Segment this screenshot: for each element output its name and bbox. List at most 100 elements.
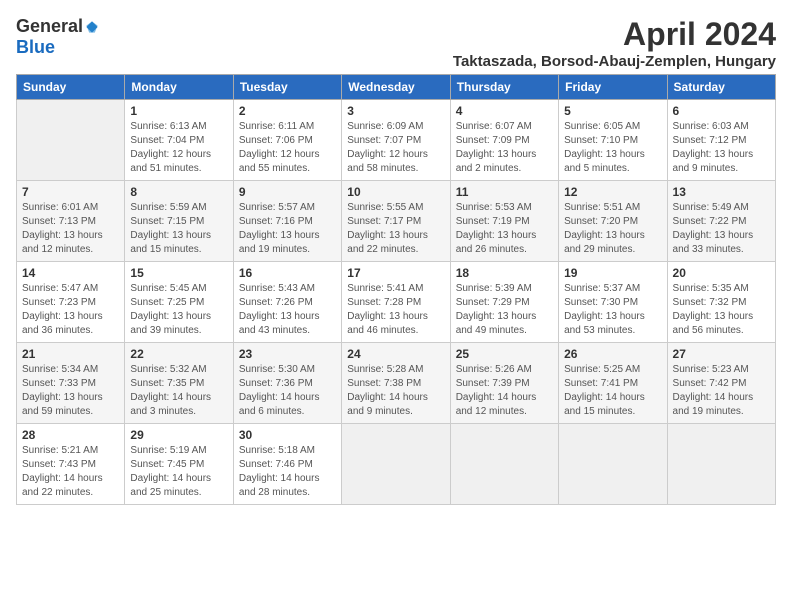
title-block: April 2024 Taktaszada, Borsod-Abauj-Zemp… xyxy=(453,16,776,70)
calendar-cell: 1 Sunrise: 6:13 AM Sunset: 7:04 PM Daylig… xyxy=(125,100,233,181)
calendar-cell: 8 Sunrise: 5:59 AM Sunset: 7:15 PM Daylig… xyxy=(125,181,233,262)
day-number: 9 xyxy=(239,185,336,199)
logo-general: General xyxy=(16,16,83,37)
day-number: 10 xyxy=(347,185,444,199)
calendar-cell: 2Sunrise: 6:11 AM Sunset: 7:06 PM Daylig… xyxy=(233,100,341,181)
day-info: Sunrise: 5:32 AM Sunset: 7:35 PM Dayligh… xyxy=(130,363,227,419)
day-info: Sunrise: 6:01 AM Sunset: 7:13 PM Dayligh… xyxy=(22,201,119,257)
day-info: Sunrise: 5:37 AM Sunset: 7:30 PM Dayligh… xyxy=(564,282,661,338)
calendar-cell: 13 Sunrise: 5:49 AM Sunset: 7:22 PM Dayli… xyxy=(667,181,775,262)
calendar-cell xyxy=(342,424,450,505)
calendar-cell xyxy=(667,424,775,505)
day-number: 11 xyxy=(456,185,553,199)
calendar-cell: 17 Sunrise: 5:41 AM Sunset: 7:28 PM Dayli… xyxy=(342,262,450,343)
day-number: 1 xyxy=(130,104,227,118)
day-info: Sunrise: 5:30 AM Sunset: 7:36 PM Dayligh… xyxy=(239,363,336,419)
calendar-cell: 9 Sunrise: 5:57 AM Sunset: 7:16 PM Daylig… xyxy=(233,181,341,262)
day-number: 28 xyxy=(22,428,119,442)
day-info: Sunrise: 6:07 AM Sunset: 7:09 PM Dayligh… xyxy=(456,120,553,176)
calendar-cell: 28 Sunrise: 5:21 AM Sunset: 7:43 PM Dayli… xyxy=(17,424,125,505)
calendar-cell: 21Sunrise: 5:34 AM Sunset: 7:33 PM Dayli… xyxy=(17,343,125,424)
calendar-cell xyxy=(17,100,125,181)
calendar-cell: 24 Sunrise: 5:28 AM Sunset: 7:38 PM Dayli… xyxy=(342,343,450,424)
day-info: Sunrise: 5:57 AM Sunset: 7:16 PM Dayligh… xyxy=(239,201,336,257)
day-number: 20 xyxy=(673,266,770,280)
day-number: 5 xyxy=(564,104,661,118)
day-number: 22 xyxy=(130,347,227,361)
day-number: 6 xyxy=(673,104,770,118)
calendar-week-3: 14 Sunrise: 5:47 AM Sunset: 7:23 PM Dayli… xyxy=(17,262,776,343)
calendar-cell: 20 Sunrise: 5:35 AM Sunset: 7:32 PM Dayli… xyxy=(667,262,775,343)
calendar-header: Sunday Monday Tuesday Wednesday Thursday… xyxy=(17,75,776,100)
calendar-cell: 11 Sunrise: 5:53 AM Sunset: 7:19 PM Dayli… xyxy=(450,181,558,262)
calendar-cell: 23 Sunrise: 5:30 AM Sunset: 7:36 PM Dayli… xyxy=(233,343,341,424)
day-number: 12 xyxy=(564,185,661,199)
calendar-cell: 26 Sunrise: 5:25 AM Sunset: 7:41 PM Dayli… xyxy=(559,343,667,424)
day-number: 13 xyxy=(673,185,770,199)
calendar-cell: 25Sunrise: 5:26 AM Sunset: 7:39 PM Dayli… xyxy=(450,343,558,424)
calendar-cell: 19Sunrise: 5:37 AM Sunset: 7:30 PM Dayli… xyxy=(559,262,667,343)
day-info: Sunrise: 5:19 AM Sunset: 7:45 PM Dayligh… xyxy=(130,444,227,500)
calendar-cell: 15 Sunrise: 5:45 AM Sunset: 7:25 PM Dayli… xyxy=(125,262,233,343)
logo-blue: Blue xyxy=(16,37,55,57)
day-info: Sunrise: 6:13 AM Sunset: 7:04 PM Dayligh… xyxy=(130,120,227,176)
day-info: Sunrise: 6:03 AM Sunset: 7:12 PM Dayligh… xyxy=(673,120,770,176)
calendar-cell: 5 Sunrise: 6:05 AM Sunset: 7:10 PM Daylig… xyxy=(559,100,667,181)
day-number: 8 xyxy=(130,185,227,199)
calendar-week-5: 28 Sunrise: 5:21 AM Sunset: 7:43 PM Dayli… xyxy=(17,424,776,505)
calendar-cell: 30 Sunrise: 5:18 AM Sunset: 7:46 PM Dayli… xyxy=(233,424,341,505)
logo-icon xyxy=(85,20,99,34)
header-row: Sunday Monday Tuesday Wednesday Thursday… xyxy=(17,75,776,100)
day-number: 26 xyxy=(564,347,661,361)
day-info: Sunrise: 5:43 AM Sunset: 7:26 PM Dayligh… xyxy=(239,282,336,338)
calendar-cell: 22 Sunrise: 5:32 AM Sunset: 7:35 PM Dayli… xyxy=(125,343,233,424)
day-info: Sunrise: 5:41 AM Sunset: 7:28 PM Dayligh… xyxy=(347,282,444,338)
calendar-cell: 27 Sunrise: 5:23 AM Sunset: 7:42 PM Dayli… xyxy=(667,343,775,424)
day-info: Sunrise: 5:26 AM Sunset: 7:39 PM Dayligh… xyxy=(456,363,553,419)
header-friday: Friday xyxy=(559,75,667,100)
day-info: Sunrise: 5:45 AM Sunset: 7:25 PM Dayligh… xyxy=(130,282,227,338)
calendar-cell xyxy=(559,424,667,505)
day-info: Sunrise: 5:53 AM Sunset: 7:19 PM Dayligh… xyxy=(456,201,553,257)
calendar-cell: 14 Sunrise: 5:47 AM Sunset: 7:23 PM Dayli… xyxy=(17,262,125,343)
day-info: Sunrise: 5:18 AM Sunset: 7:46 PM Dayligh… xyxy=(239,444,336,500)
day-number: 15 xyxy=(130,266,227,280)
day-info: Sunrise: 5:47 AM Sunset: 7:23 PM Dayligh… xyxy=(22,282,119,338)
header-sunday: Sunday xyxy=(17,75,125,100)
day-number: 30 xyxy=(239,428,336,442)
day-number: 17 xyxy=(347,266,444,280)
logo: General Blue xyxy=(16,16,99,58)
calendar-title: April 2024 xyxy=(453,16,776,53)
day-info: Sunrise: 5:49 AM Sunset: 7:22 PM Dayligh… xyxy=(673,201,770,257)
day-number: 21 xyxy=(22,347,119,361)
calendar-week-1: 1 Sunrise: 6:13 AM Sunset: 7:04 PM Daylig… xyxy=(17,100,776,181)
header-saturday: Saturday xyxy=(667,75,775,100)
calendar-body: 1 Sunrise: 6:13 AM Sunset: 7:04 PM Daylig… xyxy=(17,100,776,505)
calendar-cell: 18 Sunrise: 5:39 AM Sunset: 7:29 PM Dayli… xyxy=(450,262,558,343)
header-wednesday: Wednesday xyxy=(342,75,450,100)
calendar-table: Sunday Monday Tuesday Wednesday Thursday… xyxy=(16,74,776,505)
day-number: 16 xyxy=(239,266,336,280)
day-number: 27 xyxy=(673,347,770,361)
day-number: 24 xyxy=(347,347,444,361)
day-info: Sunrise: 5:51 AM Sunset: 7:20 PM Dayligh… xyxy=(564,201,661,257)
day-number: 18 xyxy=(456,266,553,280)
day-info: Sunrise: 5:39 AM Sunset: 7:29 PM Dayligh… xyxy=(456,282,553,338)
day-info: Sunrise: 5:28 AM Sunset: 7:38 PM Dayligh… xyxy=(347,363,444,419)
day-info: Sunrise: 5:25 AM Sunset: 7:41 PM Dayligh… xyxy=(564,363,661,419)
calendar-location: Taktaszada, Borsod-Abauj-Zemplen, Hungar… xyxy=(453,53,776,70)
header-tuesday: Tuesday xyxy=(233,75,341,100)
calendar-cell: 16 Sunrise: 5:43 AM Sunset: 7:26 PM Dayli… xyxy=(233,262,341,343)
calendar-cell: 10Sunrise: 5:55 AM Sunset: 7:17 PM Dayli… xyxy=(342,181,450,262)
day-info: Sunrise: 5:21 AM Sunset: 7:43 PM Dayligh… xyxy=(22,444,119,500)
day-info: Sunrise: 5:59 AM Sunset: 7:15 PM Dayligh… xyxy=(130,201,227,257)
day-info: Sunrise: 6:05 AM Sunset: 7:10 PM Dayligh… xyxy=(564,120,661,176)
calendar-week-2: 7Sunrise: 6:01 AM Sunset: 7:13 PM Daylig… xyxy=(17,181,776,262)
day-info: Sunrise: 5:23 AM Sunset: 7:42 PM Dayligh… xyxy=(673,363,770,419)
calendar-cell: 6 Sunrise: 6:03 AM Sunset: 7:12 PM Daylig… xyxy=(667,100,775,181)
day-number: 14 xyxy=(22,266,119,280)
day-number: 23 xyxy=(239,347,336,361)
header-thursday: Thursday xyxy=(450,75,558,100)
calendar-week-4: 21Sunrise: 5:34 AM Sunset: 7:33 PM Dayli… xyxy=(17,343,776,424)
day-info: Sunrise: 5:35 AM Sunset: 7:32 PM Dayligh… xyxy=(673,282,770,338)
